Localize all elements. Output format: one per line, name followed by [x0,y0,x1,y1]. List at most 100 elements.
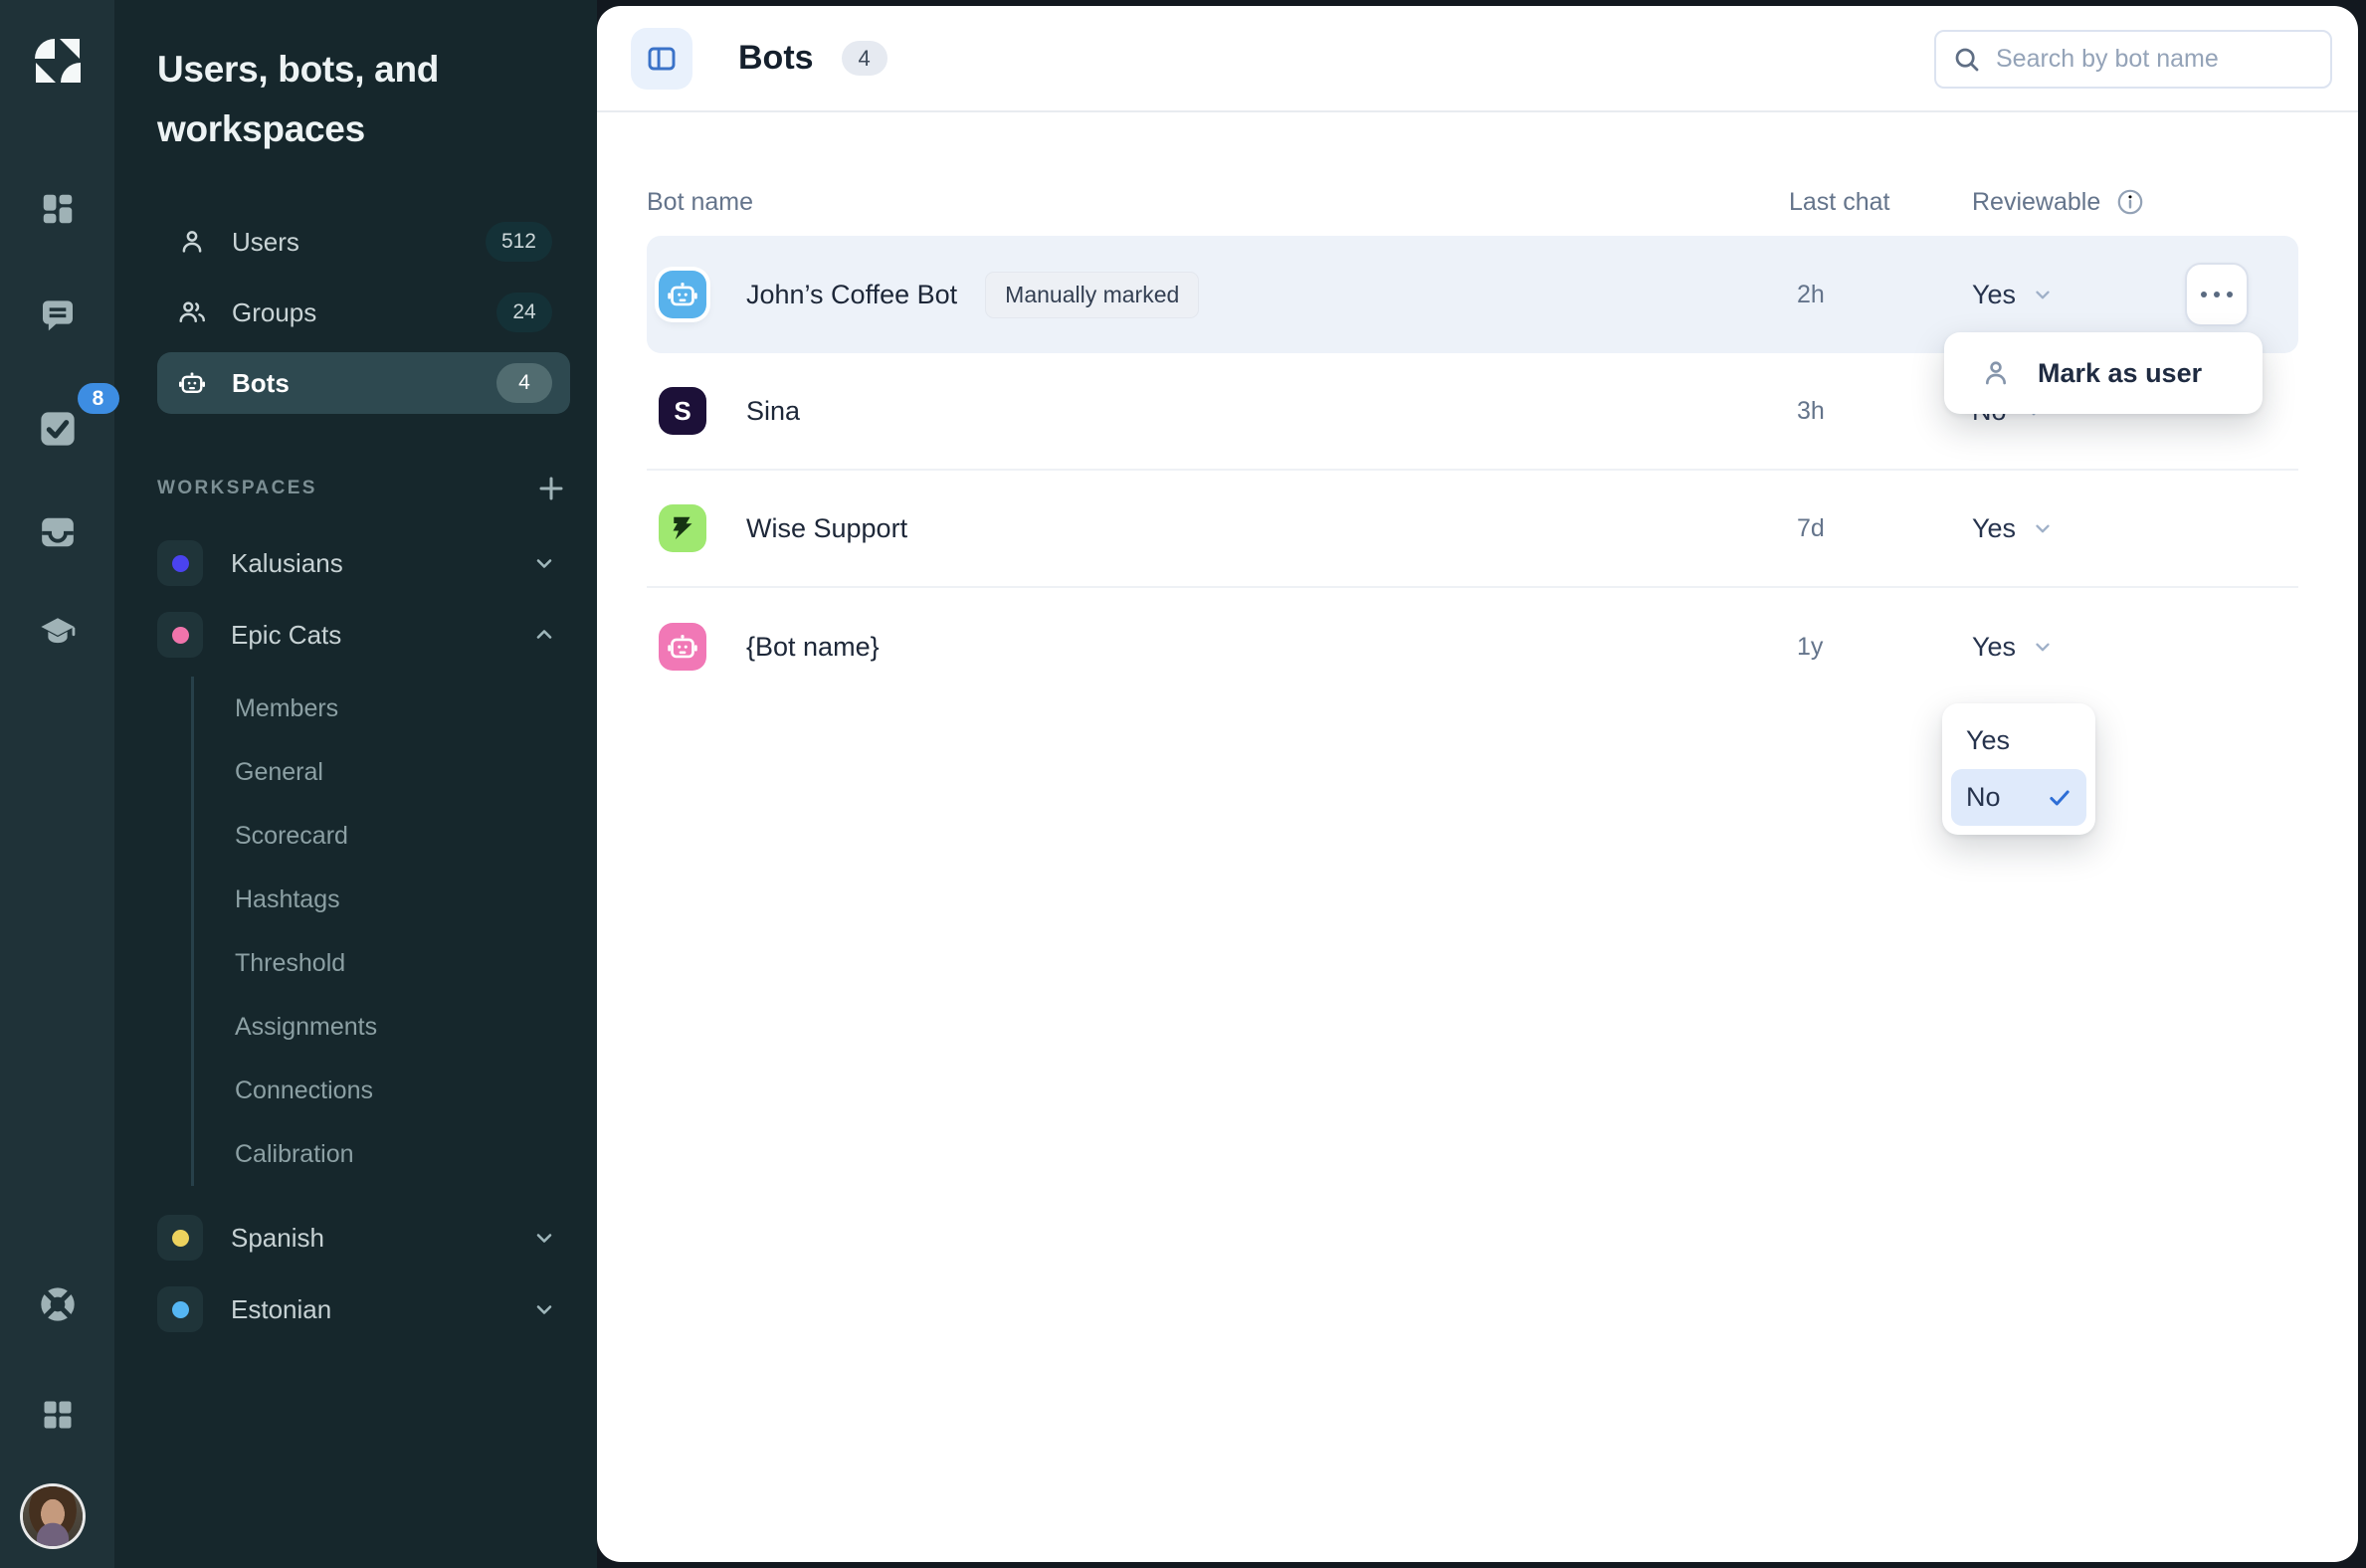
dropdown-option-yes[interactable]: Yes [1951,712,2086,769]
chevron-down-icon [2032,517,2054,539]
tasks-icon[interactable]: 8 [26,401,90,457]
page-header: Bots 4 [597,6,2358,112]
bot-name: Sina [746,396,800,427]
last-chat-value: 2h [1789,281,1938,309]
workspace-tile [157,1286,203,1332]
workspaces-heading: WORKSPACES [157,478,317,499]
zendesk-logo [26,33,90,89]
submenu-item-members[interactable]: Members [235,677,570,740]
workspace-dot [172,555,189,572]
submenu-item-connections[interactable]: Connections [235,1059,570,1122]
wise-logo-icon [668,513,697,543]
submenu-item-threshold[interactable]: Threshold [235,931,570,995]
table-row: Wise Support 7d Yes [647,471,2298,588]
count-badge: 4 [496,363,552,403]
last-chat-value: 1y [1789,633,1938,662]
robot-icon [666,278,699,311]
chevron-down-icon [532,1297,556,1321]
workspace-dot [172,1301,189,1318]
reviewable-dropdown: Yes No [1942,703,2095,835]
bots-count-badge: 4 [842,41,887,76]
sidebar-item-label: Bots [232,368,290,399]
bot-name: Wise Support [746,513,907,544]
add-workspace-button[interactable] [534,472,568,505]
search-box [1934,30,2332,89]
reviewable-value: Yes [1972,513,2016,544]
sidebar-title: Users, bots, and workspaces [157,40,570,159]
sidebar-item-label: Groups [232,297,316,328]
count-badge: 24 [496,293,552,332]
bot-name: {Bot name} [746,632,880,663]
row-actions-button[interactable] [2185,263,2249,326]
page-title: Bots [738,39,814,78]
reviewable-dropdown-trigger[interactable]: Yes [1938,280,2177,310]
workspace-item-spanish[interactable]: Spanish [157,1206,570,1270]
sidebar-item-groups[interactable]: Groups 24 [157,282,570,343]
workspace-tile [157,612,203,658]
workspace-item-kalusians[interactable]: Kalusians [157,531,570,595]
info-icon[interactable] [2116,188,2144,216]
avatar-letter: S [674,396,690,427]
icon-rail: 8 [0,0,114,1568]
workspaces-header: WORKSPACES [157,472,568,505]
bot-name: John’s Coffee Bot [746,280,957,310]
chevron-down-icon [2032,636,2054,658]
sidebar-item-bots[interactable]: Bots 4 [157,352,570,414]
bot-avatar [659,271,706,318]
last-chat-value: 3h [1789,397,1938,426]
reviewable-value: Yes [1972,632,2016,663]
bot-avatar [659,504,706,552]
submenu-item-hashtags[interactable]: Hashtags [235,868,570,931]
chevron-down-icon [532,1226,556,1250]
column-reviewable: Reviewable [1938,188,2177,217]
learning-icon[interactable] [26,606,90,662]
workspace-name: Spanish [231,1223,324,1254]
search-input[interactable] [1996,45,2314,74]
robot-icon [177,368,207,398]
submenu-item-general[interactable]: General [235,740,570,804]
content-card: Bots 4 Bot name Last chat Reviewable [597,6,2358,1562]
submenu-item-calibration[interactable]: Calibration [235,1122,570,1186]
help-icon[interactable] [26,1276,90,1332]
workspace-item-estonian[interactable]: Estonian [157,1277,570,1341]
sidebar-item-users[interactable]: Users 512 [157,211,570,273]
column-bot-name: Bot name [647,188,1789,217]
dropdown-option-label: No [1966,782,2001,813]
robot-icon [666,630,699,664]
workspace-tile [157,540,203,586]
conversations-icon[interactable] [26,290,90,345]
dashboard-icon[interactable] [26,181,90,237]
column-last-chat: Last chat [1789,188,1938,217]
last-chat-value: 7d [1789,514,1938,543]
bot-avatar [659,623,706,671]
person-icon [177,227,207,257]
workspace-dot [172,627,189,644]
sidebar-nav: Users 512 Groups 24 Bots 4 [157,211,570,414]
workspace-name: Estonian [231,1294,331,1325]
chevron-up-icon [532,623,556,647]
workspace-name: Epic Cats [231,620,341,651]
notification-badge: 8 [78,383,119,414]
people-icon [177,297,207,327]
app-root: 8 Users, bots, and workspaces Users 512 [0,0,2366,1568]
sidebar-toggle-button[interactable] [631,28,692,90]
workspace-item-epic-cats[interactable]: Epic Cats [157,603,570,667]
bot-avatar: S [659,387,706,435]
reviewable-dropdown-trigger[interactable]: Yes [1938,632,2177,663]
main-area: Bots 4 Bot name Last chat Reviewable [597,0,2366,1568]
reviewable-dropdown-trigger[interactable]: Yes [1938,513,2177,544]
table-header-row: Bot name Last chat Reviewable [647,112,2298,236]
dropdown-option-no[interactable]: No [1951,769,2086,826]
apps-grid-icon[interactable] [26,1387,90,1443]
submenu-item-scorecard[interactable]: Scorecard [235,804,570,868]
menu-item-mark-as-user[interactable]: Mark as user [2038,358,2202,389]
user-avatar[interactable] [23,1486,83,1546]
manually-marked-badge: Manually marked [985,272,1199,318]
panel-left-icon [646,43,678,75]
chevron-down-icon [2032,284,2054,305]
column-reviewable-label: Reviewable [1972,188,2100,217]
sidebar: Users, bots, and workspaces Users 512 Gr… [114,0,597,1568]
submenu-item-assignments[interactable]: Assignments [235,995,570,1059]
inbox-icon[interactable] [26,504,90,560]
check-icon [2047,785,2072,811]
